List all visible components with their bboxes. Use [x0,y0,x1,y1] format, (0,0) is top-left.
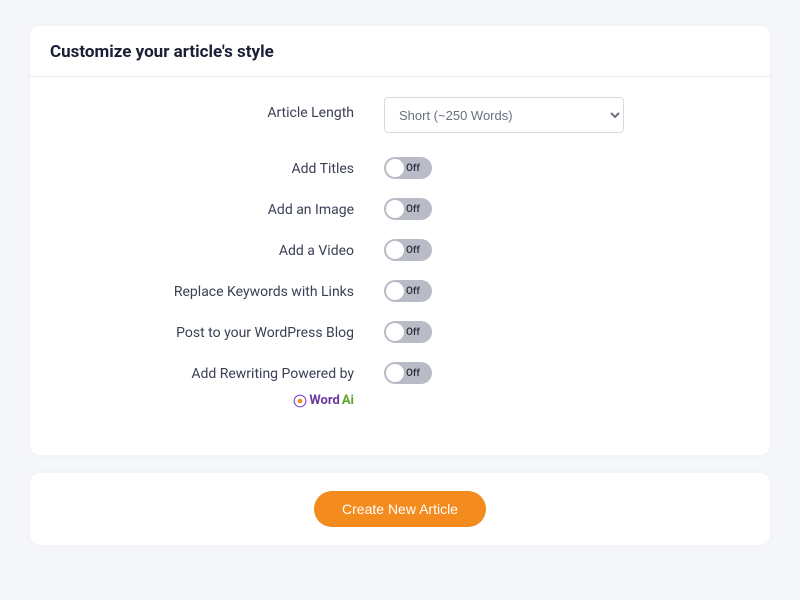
row-article-length: Article Length Short (~250 Words) [50,97,750,133]
toggle-state: Off [406,245,420,256]
label-post-wordpress: Post to your WordPress Blog [50,317,384,344]
create-new-article-button[interactable]: Create New Article [314,491,486,527]
article-length-select[interactable]: Short (~250 Words) [384,97,624,133]
wordai-word: Word [309,391,339,411]
row-add-video: Add a Video Off [50,235,750,262]
toggle-state: Off [406,163,420,174]
toggle-replace-keywords[interactable]: Off [384,280,432,302]
wordai-ai: Ai [342,391,354,411]
toggle-add-titles[interactable]: Off [384,157,432,179]
toggle-state: Off [406,327,420,338]
toggle-knob [386,364,404,382]
wordai-logo: WordAi [293,391,354,411]
row-replace-keywords: Replace Keywords with Links Off [50,276,750,303]
label-article-length: Article Length [50,97,384,124]
label-rewriting: Add Rewriting Powered by WordAi [50,358,384,415]
customize-style-card: Customize your article's style Article L… [30,26,770,455]
row-rewriting: Add Rewriting Powered by WordAi Off [50,358,750,415]
row-add-image: Add an Image Off [50,194,750,221]
toggle-state: Off [406,286,420,297]
card-body: Article Length Short (~250 Words) Add Ti… [30,77,770,455]
label-add-image: Add an Image [50,194,384,221]
wordai-icon [293,394,307,408]
toggle-knob [386,241,404,259]
label-replace-keywords: Replace Keywords with Links [50,276,384,303]
toggle-state: Off [406,204,420,215]
toggle-add-video[interactable]: Off [384,239,432,261]
row-add-titles: Add Titles Off [50,153,750,180]
toggle-add-image[interactable]: Off [384,198,432,220]
toggle-post-wordpress[interactable]: Off [384,321,432,343]
label-add-video: Add a Video [50,235,384,262]
card-header: Customize your article's style [30,26,770,77]
card-title: Customize your article's style [50,42,750,62]
label-add-titles: Add Titles [50,153,384,180]
action-card: Create New Article [30,473,770,545]
toggle-state: Off [406,368,420,379]
toggle-rewriting[interactable]: Off [384,362,432,384]
toggle-knob [386,200,404,218]
label-rewriting-text: Add Rewriting Powered by [191,366,354,382]
toggle-knob [386,282,404,300]
toggle-knob [386,323,404,341]
row-post-wordpress: Post to your WordPress Blog Off [50,317,750,344]
toggle-knob [386,159,404,177]
